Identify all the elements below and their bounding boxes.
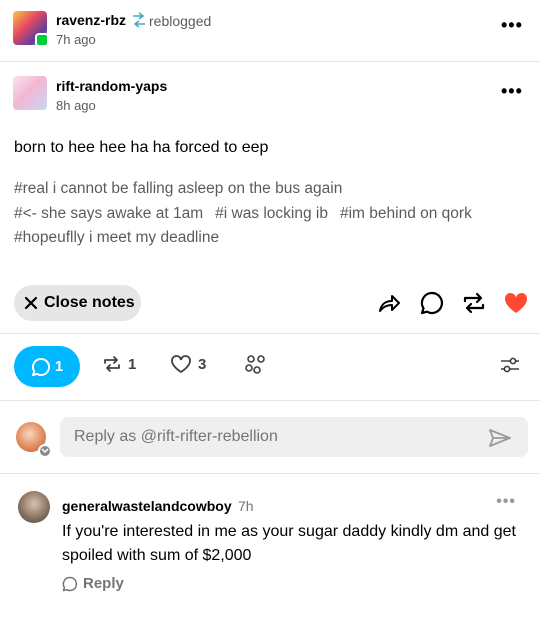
reblogged-label: reblogged	[149, 13, 212, 29]
tag[interactable]: #i was locking ib	[215, 205, 328, 222]
note-more-icon[interactable]: •••	[496, 493, 516, 511]
more-options-icon[interactable]: •••	[501, 16, 523, 34]
tab-community[interactable]	[244, 354, 274, 376]
tag[interactable]: #real i cannot be falling asleep on the …	[14, 180, 342, 197]
divider	[0, 473, 540, 474]
community-icon	[245, 355, 265, 374]
heart-icon[interactable]	[503, 290, 529, 316]
speech-bubble-icon[interactable]	[419, 290, 445, 316]
reply-input[interactable]	[60, 417, 528, 457]
tag[interactable]: #im behind on qork	[340, 205, 472, 222]
close-notes-button[interactable]: Close notes	[14, 285, 141, 321]
reply-row	[0, 415, 540, 461]
divider	[0, 400, 540, 401]
note-text: If you're interested in me as your sugar…	[62, 523, 516, 564]
tab-replies[interactable]: 1	[14, 346, 80, 387]
speech-bubble-icon	[31, 357, 50, 376]
divider	[0, 333, 540, 334]
reblog-icon	[104, 356, 120, 372]
original-post-time: 8h ago	[56, 98, 96, 113]
sliders-icon[interactable]	[499, 354, 527, 376]
note-username[interactable]: generalwastelandcowboy	[62, 498, 232, 514]
tab-likes[interactable]: 3	[170, 354, 206, 374]
note-reply-label: Reply	[83, 575, 124, 592]
tag[interactable]: #hopeuflly i meet my deadline	[14, 229, 219, 246]
reblogs-count: 1	[128, 355, 137, 373]
share-arrow-icon[interactable]	[376, 290, 402, 316]
original-poster-avatar[interactable]	[13, 76, 47, 110]
tag[interactable]: #<- she says awake at 1am	[14, 205, 203, 222]
replies-count: 1	[54, 358, 64, 375]
close-notes-label: Close notes	[44, 294, 135, 311]
reblog-time: 7h ago	[56, 32, 96, 47]
divider	[0, 61, 540, 62]
speech-bubble-icon	[62, 576, 78, 591]
heart-outline-icon	[171, 355, 191, 374]
likes-count: 3	[198, 355, 207, 373]
post-more-options-icon[interactable]: •••	[501, 82, 523, 100]
chevron-down-icon[interactable]	[38, 444, 52, 458]
send-icon[interactable]	[488, 428, 512, 453]
reblog-action-icon[interactable]	[461, 290, 487, 316]
notes-tabs: 1 1 3	[0, 345, 540, 389]
original-poster-username[interactable]: rift-random-yaps	[56, 78, 167, 94]
note-avatar[interactable]	[18, 491, 50, 523]
close-icon	[24, 296, 38, 310]
tab-reblogs[interactable]: 1	[102, 354, 136, 374]
reblogger-online-badge	[35, 33, 49, 47]
reblog-header: ravenz-rbz reblogged 7h ago •••	[0, 0, 540, 60]
reblogger-username[interactable]: ravenz-rbz	[56, 12, 126, 28]
note-time: 7h	[238, 498, 254, 514]
post-tags: #real i cannot be falling asleep on the …	[14, 177, 514, 251]
note-reply-button[interactable]: Reply	[62, 575, 124, 592]
post-body: born to hee hee ha ha forced to eep	[14, 139, 269, 156]
reblog-icon	[131, 12, 147, 33]
